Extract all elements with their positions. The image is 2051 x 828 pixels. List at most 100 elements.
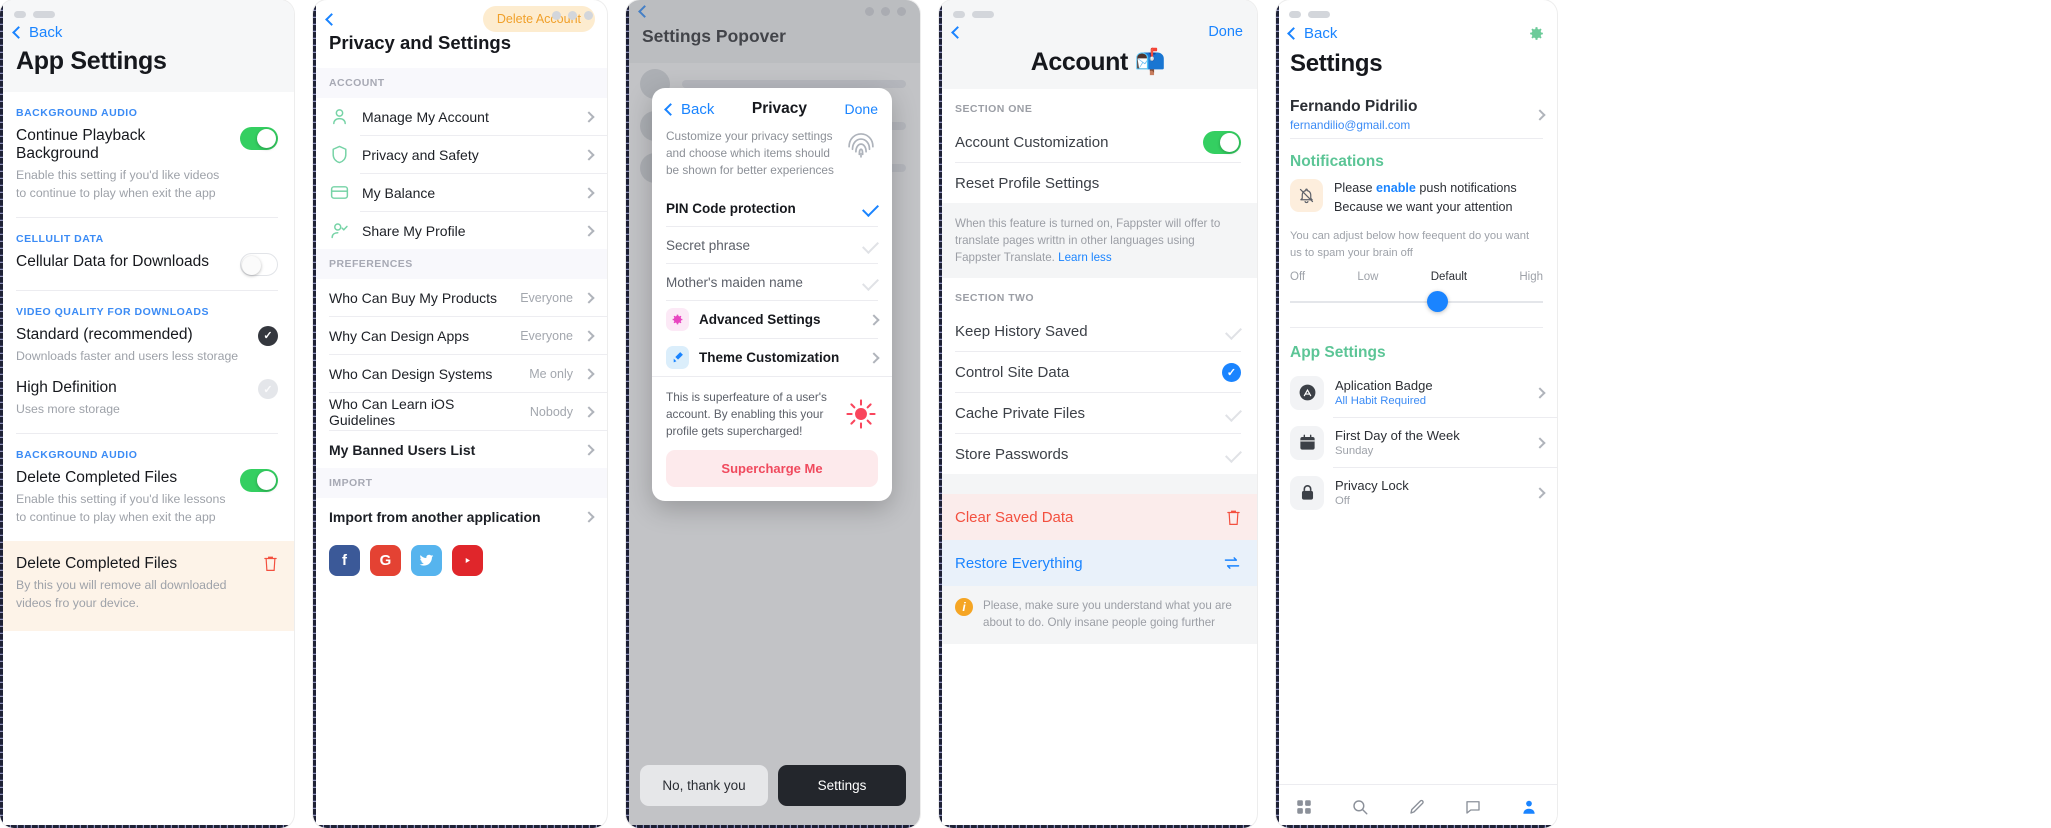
- list-item-import[interactable]: Import from another application: [313, 498, 607, 535]
- check-icon-inactive: [1225, 404, 1242, 422]
- row-control-site-data[interactable]: Control Site Data ✓: [939, 352, 1257, 392]
- option-high-definition[interactable]: High Definition Uses more storage ✓: [16, 379, 278, 419]
- popover-header: Back Privacy Done: [652, 88, 892, 128]
- twitter-icon[interactable]: [411, 545, 442, 576]
- panel4-topbar: Done: [939, 18, 1257, 40]
- list-item-why-can-design-apps[interactable]: Why Can Design Apps Everyone: [313, 317, 607, 354]
- toggle-continue-playback[interactable]: [240, 127, 278, 150]
- list-item-label: Manage My Account: [362, 108, 489, 125]
- slider-label-off: Off: [1290, 271, 1306, 284]
- back-button[interactable]: Back: [1287, 25, 1337, 42]
- setting-continue-playback[interactable]: Continue Playback Background Enable this…: [16, 127, 278, 203]
- dot: [953, 11, 965, 18]
- row-first-day-of-week[interactable]: First Day of the Week Sunday: [1276, 418, 1557, 467]
- person-icon: [333, 109, 346, 125]
- row-label: Account Customization: [955, 133, 1109, 151]
- refresh-icon[interactable]: [1223, 555, 1241, 571]
- list-item-who-can-design-systems[interactable]: Who Can Design Systems Me only: [313, 355, 607, 392]
- option-standard[interactable]: Standard (recommended) Downloads faster …: [16, 325, 278, 366]
- tab-chat[interactable]: [1445, 798, 1501, 816]
- clear-saved-data-button[interactable]: Clear Saved Data: [939, 494, 1257, 541]
- setting-cellular-data[interactable]: Cellular Data for Downloads: [16, 252, 278, 276]
- page-title: Settings: [1290, 50, 1383, 77]
- popover-back-button[interactable]: Back: [664, 101, 714, 118]
- option-maiden-name[interactable]: Mother's maiden name: [652, 264, 892, 300]
- window-dots: [939, 0, 1257, 18]
- list-item-who-can-buy[interactable]: Who Can Buy My Products Everyone: [313, 279, 607, 316]
- supercharge-button[interactable]: Supercharge Me: [666, 449, 878, 487]
- youtube-icon[interactable]: [452, 545, 483, 576]
- lock-icon: [1290, 475, 1324, 510]
- row-store-passwords[interactable]: Store Passwords: [939, 434, 1257, 474]
- list-item-banned-users[interactable]: My Banned Users List: [313, 431, 607, 468]
- shield-icon: [332, 145, 347, 164]
- gear-icon[interactable]: [1528, 25, 1545, 42]
- done-button[interactable]: Done: [1208, 24, 1243, 40]
- danger-delete-completed[interactable]: Delete Completed Files By this you will …: [0, 540, 294, 631]
- chevron-right-icon: [583, 443, 595, 456]
- google-icon[interactable]: G: [370, 545, 401, 576]
- enable-link[interactable]: enable: [1376, 181, 1416, 195]
- toggle-delete-completed[interactable]: [240, 469, 278, 493]
- tab-grid[interactable]: [1276, 798, 1332, 816]
- chevron-right-icon: [583, 291, 595, 304]
- toggle-cellular-data[interactable]: [240, 252, 278, 276]
- option-pin-code[interactable]: PIN Code protection: [652, 190, 892, 226]
- settings-button[interactable]: Settings: [778, 764, 906, 806]
- back-button[interactable]: [951, 25, 964, 39]
- tab-compose[interactable]: [1388, 798, 1444, 816]
- row-application-badge[interactable]: Aplication Badge All Habit Required: [1276, 368, 1557, 417]
- row-account-customization[interactable]: Account Customization: [939, 122, 1257, 162]
- action-advanced-settings[interactable]: Advanced Settings: [652, 301, 892, 338]
- trash-icon[interactable]: [263, 555, 278, 572]
- list-item-who-can-learn-ios[interactable]: Who Can Learn iOS Guidelines Nobody: [313, 393, 607, 430]
- slider-label-default: Default: [1430, 271, 1468, 284]
- section-header: BACKGROUND AUDIO: [16, 449, 138, 462]
- option-title: Standard (recommended): [16, 325, 193, 343]
- radio-check-selected-icon[interactable]: ✓: [258, 325, 278, 346]
- tab-search[interactable]: [1332, 798, 1388, 816]
- list-item-value: Nobody: [529, 404, 573, 419]
- slider-thumb[interactable]: [1426, 291, 1448, 313]
- page-title: App Settings: [16, 47, 167, 75]
- no-thank-you-button[interactable]: No, thank you: [640, 764, 768, 806]
- tab-profile[interactable]: [1501, 798, 1557, 816]
- row-keep-history-saved[interactable]: Keep History Saved: [939, 311, 1257, 351]
- list-item-share-profile[interactable]: Share My Profile: [313, 212, 607, 249]
- trash-icon[interactable]: [1226, 509, 1241, 526]
- done-button[interactable]: Done: [845, 101, 878, 117]
- danger-subtitle: By this you will remove all downloaded v…: [16, 577, 227, 610]
- toggle-account-customization[interactable]: [1203, 130, 1241, 154]
- option-title: High Definition: [16, 379, 117, 397]
- back-button[interactable]: [325, 12, 338, 26]
- notification-frequency-slider[interactable]: [1290, 291, 1543, 313]
- restore-everything-button[interactable]: Restore Everything: [939, 540, 1257, 587]
- option-secret-phrase[interactable]: Secret phrase: [652, 227, 892, 263]
- notification-text-before: Please: [1334, 181, 1377, 195]
- appstore-icon: [1290, 375, 1324, 410]
- list-item-label: Import from another application: [329, 508, 541, 525]
- panel-app-settings: Back App Settings BACKGROUND AUDIO Conti…: [0, 0, 294, 828]
- section-header-account: ACCOUNT: [313, 68, 607, 98]
- profile-row[interactable]: Fernando Pidrilio fernandilio@gmail.com: [1276, 92, 1557, 138]
- row-value: Off: [1335, 495, 1350, 508]
- delete-account-button[interactable]: Delete Account: [482, 6, 595, 32]
- radio-check-unselected-icon[interactable]: ✓: [258, 379, 278, 400]
- row-cache-private-files[interactable]: Cache Private Files: [939, 393, 1257, 433]
- learn-less-link[interactable]: Learn less: [1058, 251, 1112, 264]
- chevron-right-icon: [583, 110, 595, 123]
- row-reset-profile-settings[interactable]: Reset Profile Settings: [939, 163, 1257, 203]
- section-header-two: SECTION TWO: [955, 292, 1035, 305]
- grid-icon: [1297, 799, 1311, 814]
- row-privacy-lock[interactable]: Privacy Lock Off: [1276, 468, 1557, 517]
- setting-delete-completed[interactable]: Delete Completed Files Enable this setti…: [16, 469, 278, 527]
- check-icon-inactive: [1225, 445, 1242, 463]
- list-item-privacy-safety[interactable]: Privacy and Safety: [313, 136, 607, 173]
- option-subtitle: Uses more storage: [16, 402, 120, 417]
- person-check-icon: [331, 223, 348, 239]
- list-item-my-balance[interactable]: My Balance: [313, 174, 607, 211]
- list-item-manage-account[interactable]: Manage My Account: [313, 98, 607, 135]
- facebook-icon[interactable]: f: [329, 545, 360, 576]
- action-theme-customization[interactable]: Theme Customization: [652, 339, 892, 376]
- back-button[interactable]: Back: [0, 18, 294, 41]
